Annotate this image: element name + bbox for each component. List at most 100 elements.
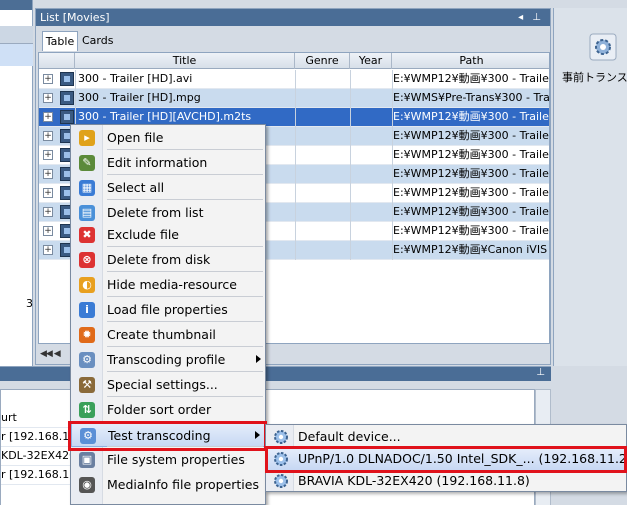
menu-item-exclude-file[interactable]: ✖ Exclude file bbox=[71, 222, 267, 247]
menu-item-hide-media-resource[interactable]: ◐ Hide media-resource bbox=[71, 272, 267, 297]
menu-item-label: Test transcoding bbox=[108, 428, 211, 443]
delete-disk-icon: ⊗ bbox=[79, 252, 95, 268]
expand-icon[interactable]: + bbox=[43, 112, 53, 122]
cell-path: E:¥WMP12¥動画¥300 - Trailer [H bbox=[393, 129, 549, 142]
expand-icon[interactable]: + bbox=[43, 188, 53, 198]
cell-divider bbox=[295, 108, 296, 127]
expand-icon[interactable]: + bbox=[43, 150, 53, 160]
menu-item-label: Hide media-resource bbox=[107, 277, 237, 292]
menu-item-label: Delete from disk bbox=[107, 252, 211, 267]
menu-item-select-all[interactable]: ▦ Select all bbox=[71, 175, 267, 200]
submenu-item-device[interactable]: Default device... bbox=[266, 426, 626, 448]
expand-icon[interactable]: + bbox=[43, 245, 53, 255]
menu-item-label: Folder sort order bbox=[107, 402, 212, 417]
device-gear-icon bbox=[274, 452, 288, 466]
delete-list-icon: ▤ bbox=[79, 205, 95, 221]
tab-cards[interactable]: Cards bbox=[82, 34, 113, 48]
cell-divider bbox=[295, 89, 296, 108]
menu-item-label: Delete from list bbox=[107, 205, 204, 220]
film-icon bbox=[60, 91, 74, 105]
cell-divider bbox=[350, 165, 351, 184]
cell-divider bbox=[350, 127, 351, 146]
menu-item-mediainfo-file-properties[interactable]: ◉ MediaInfo file properties bbox=[71, 472, 267, 497]
menu-item-create-thumbnail[interactable]: ✹ Create thumbnail bbox=[71, 322, 267, 347]
sort-icon: ⇅ bbox=[79, 402, 95, 418]
menu-separator bbox=[107, 271, 263, 272]
expand-icon[interactable]: + bbox=[43, 74, 53, 84]
select-all-icon: ▦ bbox=[79, 180, 95, 196]
menu-item-label: Select all bbox=[107, 180, 165, 195]
pre-transcode-label: 事前トランス bbox=[562, 71, 627, 84]
gear-icon[interactable] bbox=[589, 33, 617, 61]
left-panel-header bbox=[0, 26, 33, 44]
menu-item-label: MediaInfo file properties bbox=[107, 477, 259, 492]
expand-icon[interactable]: + bbox=[43, 93, 53, 103]
cell-path: E:¥WMP12¥動画¥300 - Trailer [H bbox=[393, 110, 549, 123]
menu-item-open-file[interactable]: ▸ Open file bbox=[71, 125, 267, 150]
profile-icon: ⚙ bbox=[79, 352, 95, 368]
hide-icon: ◐ bbox=[79, 277, 95, 293]
menu-separator bbox=[107, 371, 263, 372]
menu-item-label: File system properties bbox=[107, 452, 245, 467]
menu-item-special-settings[interactable]: ⚒ Special settings... bbox=[71, 372, 267, 397]
device-gear-icon bbox=[274, 430, 288, 444]
test-transcoding-submenu: Default device... UPnP/1.0 DLNADOC/1.50 I… bbox=[265, 424, 627, 492]
expand-icon[interactable]: + bbox=[43, 169, 53, 179]
column-title[interactable]: Title bbox=[75, 53, 295, 69]
thumbnail-icon: ✹ bbox=[79, 327, 95, 343]
menu-item-test-transcoding[interactable]: ⚙ Test transcoding bbox=[71, 422, 267, 447]
cell-path: E:¥WMP12¥動画¥Canon iVIS Mov bbox=[393, 243, 549, 256]
menu-separator bbox=[107, 149, 263, 150]
test-transcoding-icon: ⚙ bbox=[80, 428, 96, 444]
expand-icon[interactable]: + bbox=[43, 131, 53, 141]
menu-item-transcoding-profile[interactable]: ⚙ Transcoding profile bbox=[71, 347, 267, 372]
submenu-item-label: BRAVIA KDL-32EX420 (192.168.11.8) bbox=[298, 473, 530, 488]
table-row[interactable]: +300 - Trailer [HD].avi E:¥WMP12¥動画¥300 -… bbox=[39, 70, 549, 89]
column-year[interactable]: Year bbox=[350, 53, 392, 69]
column-path[interactable]: Path bbox=[392, 53, 549, 69]
cell-divider bbox=[295, 146, 296, 165]
cell-path: E:¥WMP12¥動画¥300 - Trailer [H bbox=[393, 72, 549, 85]
menu-separator bbox=[107, 296, 263, 297]
menu-item-label: Load file properties bbox=[107, 302, 228, 317]
column-genre[interactable]: Genre bbox=[295, 53, 350, 69]
submenu-item-device[interactable]: UPnP/1.0 DLNADOC/1.50 Intel_SDK_... (192… bbox=[266, 448, 627, 470]
cell-divider bbox=[350, 108, 351, 127]
context-menu: ▸ Open file ✎ Edit information ▦ Select all ▤ D… bbox=[70, 124, 267, 505]
left-tree-panel: 3 bbox=[0, 0, 33, 366]
tab-table[interactable]: Table bbox=[42, 31, 78, 51]
menu-separator bbox=[107, 396, 263, 397]
left-panel-selected-item[interactable] bbox=[0, 44, 33, 66]
menu-item-delete-from-disk[interactable]: ⊗ Delete from disk bbox=[71, 247, 267, 272]
menu-item-edit-information[interactable]: ✎ Edit information bbox=[71, 150, 267, 175]
cell-divider bbox=[350, 184, 351, 203]
cell-divider bbox=[75, 70, 76, 89]
menu-item-load-file-properties[interactable]: i Load file properties bbox=[71, 297, 267, 322]
cell-divider bbox=[75, 89, 76, 108]
list-window-title: List [Movies] bbox=[40, 11, 110, 24]
menu-item-file-system-properties[interactable]: ▣ File system properties bbox=[71, 447, 267, 472]
window-buttons[interactable]: ◂ ⊥ bbox=[518, 9, 544, 26]
table-row[interactable]: +300 - Trailer [HD].mpg E:¥WMS¥Pre-Trans¥… bbox=[39, 89, 550, 108]
pin-icon[interactable]: ⊥ bbox=[536, 367, 545, 378]
cell-divider bbox=[350, 146, 351, 165]
mediainfo-icon: ◉ bbox=[79, 477, 95, 493]
exclude-x-icon: ✖ bbox=[79, 227, 95, 243]
expand-icon[interactable]: + bbox=[43, 226, 53, 236]
menu-separator bbox=[107, 346, 263, 347]
open-folder-icon: ▸ bbox=[79, 130, 95, 146]
submenu-item-device[interactable]: BRAVIA KDL-32EX420 (192.168.11.8) bbox=[266, 470, 626, 492]
cell-divider bbox=[295, 127, 296, 146]
cell-divider bbox=[295, 165, 296, 184]
left-panel-titlebar bbox=[0, 0, 32, 10]
menu-item-folder-sort-order[interactable]: ⇅ Folder sort order bbox=[71, 397, 267, 422]
cell-path: E:¥WMP12¥動画¥300 - Trailer [H bbox=[393, 205, 549, 218]
cell-path: E:¥WMP12¥動画¥300 - Trailer [H bbox=[393, 167, 549, 180]
expand-icon[interactable]: + bbox=[43, 207, 53, 217]
list-window-titlebar: List [Movies] ◂ ⊥ bbox=[36, 9, 550, 26]
cell-path: E:¥WMS¥Pre-Trans¥300 - Trailer bbox=[393, 91, 550, 104]
menu-item-label: Exclude file bbox=[107, 227, 179, 242]
cell-divider bbox=[295, 203, 296, 222]
menu-item-label: Open file bbox=[107, 130, 164, 145]
submenu-item-label: Default device... bbox=[298, 429, 401, 444]
